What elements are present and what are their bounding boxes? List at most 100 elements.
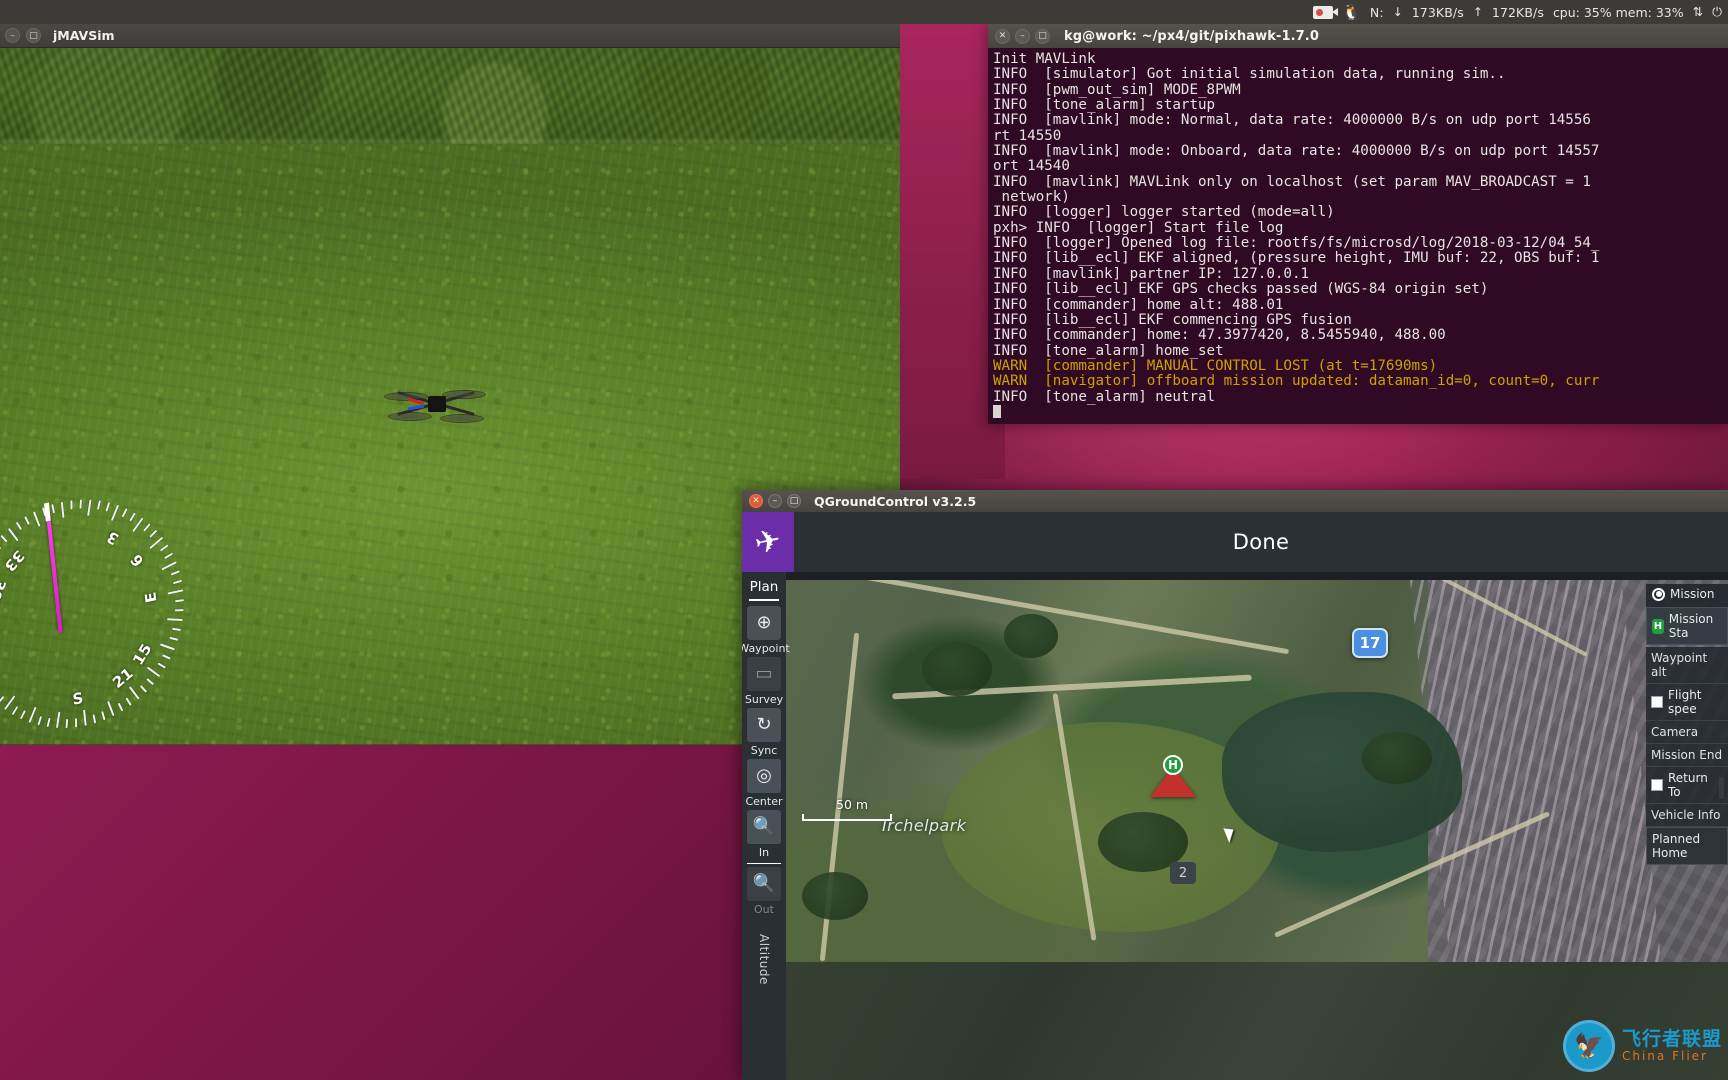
compass-tick bbox=[106, 700, 115, 717]
screen-root: 🐧 N: ↓ 173KB/s ↑ 172KB/s cpu: 35% mem: 3… bbox=[0, 0, 1728, 1080]
qgc-map-view[interactable]: Irchelpark 50 m H 17 2 H bbox=[742, 572, 1728, 1080]
compass-label: E bbox=[141, 590, 161, 605]
toolbar-item-waypoint[interactable]: ⊕ Waypoint bbox=[742, 606, 790, 655]
compass-tick bbox=[7, 527, 20, 542]
map-waypoint-17[interactable]: 17 bbox=[1352, 628, 1388, 658]
qgroundcontrol-window: ✕ – □ QGroundControl v3.2.5 ✈ Done Irche… bbox=[742, 490, 1728, 1080]
compass-tick bbox=[3, 695, 16, 711]
jmavsim-maximize-button[interactable]: □ bbox=[26, 28, 41, 43]
compass-tick bbox=[164, 552, 174, 560]
terminal-line: INFO [lib__ecl] EKF commencing GPS fusio… bbox=[993, 311, 1352, 328]
mission-settings-panel: Mission H Mission Sta Waypoint alt Fligh… bbox=[1646, 584, 1728, 867]
toolbar-item-zoom-in[interactable]: 🔍 In bbox=[747, 810, 781, 859]
compass-tick bbox=[159, 643, 175, 651]
map-tree-cluster bbox=[802, 872, 868, 920]
terminal-output[interactable]: Init MAVLink INFO [simulator] Got initial… bbox=[988, 48, 1728, 424]
return-to-launch-checkbox[interactable] bbox=[1651, 779, 1663, 791]
terminal-close-button[interactable]: ✕ bbox=[995, 28, 1010, 44]
terminal-line: Init MAVLink bbox=[993, 51, 1096, 67]
terminal-line: INFO [tone_alarm] home_set bbox=[993, 342, 1224, 359]
zoom-out-icon[interactable]: 🔍 bbox=[747, 867, 781, 901]
compass-label: S bbox=[71, 688, 85, 709]
plus-circle-icon[interactable]: ⊕ bbox=[747, 606, 781, 640]
mission-row-mission-end[interactable]: Mission End bbox=[1646, 744, 1728, 767]
crosshair-icon[interactable]: ◎ bbox=[747, 759, 781, 793]
compass-tick bbox=[121, 508, 128, 518]
record-camera-icon[interactable] bbox=[1313, 5, 1339, 19]
compass-tick bbox=[11, 705, 19, 716]
mission-row-camera[interactable]: Camera bbox=[1646, 721, 1728, 744]
mission-row-vehicle-info[interactable]: Vehicle Info bbox=[1646, 804, 1728, 827]
updates-arrows-icon[interactable]: ⇅ bbox=[1693, 5, 1703, 19]
simulation-treeline bbox=[0, 48, 900, 144]
system-monitor-stats: cpu: 35% mem: 33% bbox=[1552, 4, 1684, 20]
jmavsim-minimize-button[interactable]: – bbox=[5, 28, 20, 43]
simulated-quadcopter bbox=[384, 382, 486, 430]
compass-tick bbox=[92, 714, 97, 724]
map-place-label: Irchelpark bbox=[882, 816, 967, 835]
terminal-minimize-button[interactable]: – bbox=[1015, 28, 1030, 44]
compass-label: 6 bbox=[127, 549, 148, 570]
mission-row-waypoint-alt[interactable]: Waypoint alt bbox=[1646, 647, 1728, 684]
compass-tick bbox=[132, 517, 144, 533]
compass-tick bbox=[161, 654, 171, 661]
power-icon[interactable]: ⏻ bbox=[1712, 5, 1722, 19]
toolbar-item-survey[interactable]: ▭ Survey bbox=[745, 657, 783, 706]
compass-tick bbox=[0, 542, 2, 550]
map-tree-cluster bbox=[1004, 614, 1058, 658]
radio-selected-icon[interactable] bbox=[1652, 587, 1665, 601]
compass-tick bbox=[159, 544, 169, 552]
zoom-in-icon[interactable]: 🔍 bbox=[747, 810, 781, 844]
toolbar-label-center: Center bbox=[745, 795, 783, 808]
toolbar-item-sync[interactable]: ↻ Sync bbox=[747, 708, 781, 757]
terminal-line: INFO [logger] Opened log file: rootfs/fs… bbox=[993, 235, 1600, 252]
mission-settings-header: H Mission Sta bbox=[1646, 607, 1728, 645]
terminal-line: INFO [simulator] Got initial simulation … bbox=[993, 66, 1506, 83]
upload-arrow-icon: ↑ bbox=[1472, 5, 1483, 19]
compass-tick bbox=[0, 695, 5, 705]
qgc-close-button[interactable]: ✕ bbox=[749, 494, 763, 508]
compass-tick bbox=[161, 561, 177, 571]
upload-rate: 172KB/s bbox=[1491, 4, 1544, 20]
compass-tick bbox=[129, 512, 137, 522]
toolbar-item-center[interactable]: ◎ Center bbox=[745, 759, 783, 808]
terminal-line: INFO [commander] home alt: 488.01 bbox=[993, 296, 1284, 313]
qgc-titlebar[interactable]: ✕ – □ QGroundControl v3.2.5 bbox=[742, 490, 1728, 512]
plan-toolbar-header: Plan bbox=[749, 579, 779, 595]
site-watermark: 🦅 飞行者联盟 China Flier bbox=[1562, 1020, 1722, 1072]
sync-arrows-icon[interactable]: ↻ bbox=[747, 708, 781, 742]
qgc-title-text: QGroundControl v3.2.5 bbox=[814, 493, 977, 509]
compass-tick bbox=[100, 711, 106, 721]
mission-radio-row[interactable]: Mission bbox=[1646, 584, 1728, 607]
compass-tick bbox=[15, 521, 23, 531]
flight-speed-checkbox[interactable] bbox=[1651, 696, 1663, 708]
terminal-titlebar[interactable]: ✕ – □ kg@work: ~/px4/git/pixhawk-1.7.0 bbox=[988, 24, 1728, 48]
mission-row-return-to[interactable]: Return To bbox=[1646, 767, 1728, 804]
mission-row-planned-home[interactable]: Planned Home bbox=[1646, 827, 1728, 865]
mission-label-return-to: Return To bbox=[1668, 771, 1708, 799]
terminal-title-text: kg@work: ~/px4/git/pixhawk-1.7.0 bbox=[1064, 28, 1319, 44]
compass-tick bbox=[24, 515, 31, 525]
toolbar-item-zoom-out[interactable]: 🔍 Out bbox=[747, 867, 781, 916]
toolbar-label-zoom-in: In bbox=[758, 846, 770, 859]
terminal-maximize-button[interactable]: □ bbox=[1035, 28, 1050, 44]
terminal-line: INFO [mavlink] partner IP: 127.0.0.1 bbox=[993, 265, 1310, 282]
compass-tick bbox=[0, 534, 8, 543]
tux-penguin-icon[interactable]: 🐧 bbox=[1342, 4, 1361, 20]
toolbar-label-waypoint: Waypoint bbox=[742, 642, 790, 655]
map-home-marker[interactable]: H bbox=[1150, 755, 1196, 803]
mission-row-flight-speed[interactable]: Flight spee bbox=[1646, 684, 1728, 721]
toolbar-label-sync: Sync bbox=[750, 744, 778, 757]
qgc-app-logo[interactable]: ✈ bbox=[742, 512, 794, 572]
jmavsim-titlebar[interactable]: – □ jMAVSim bbox=[0, 24, 900, 48]
altitude-axis-label: Altitude bbox=[757, 934, 771, 985]
map-waypoint-2[interactable]: 2 bbox=[1170, 862, 1196, 884]
done-button[interactable]: Done bbox=[1233, 530, 1289, 554]
desktop-wallpaper-lower bbox=[0, 745, 745, 1080]
polygon-icon[interactable]: ▭ bbox=[746, 657, 781, 691]
qgc-maximize-button[interactable]: □ bbox=[787, 494, 801, 508]
qgc-minimize-button[interactable]: – bbox=[768, 494, 782, 508]
compass-tick bbox=[28, 706, 37, 723]
terminal-window: ✕ – □ kg@work: ~/px4/git/pixhawk-1.7.0 I… bbox=[988, 24, 1728, 424]
qgc-plan-toolbar: Plan ⊕ Waypoint ▭ Survey ↻ Sync ◎ Center bbox=[742, 572, 790, 1080]
